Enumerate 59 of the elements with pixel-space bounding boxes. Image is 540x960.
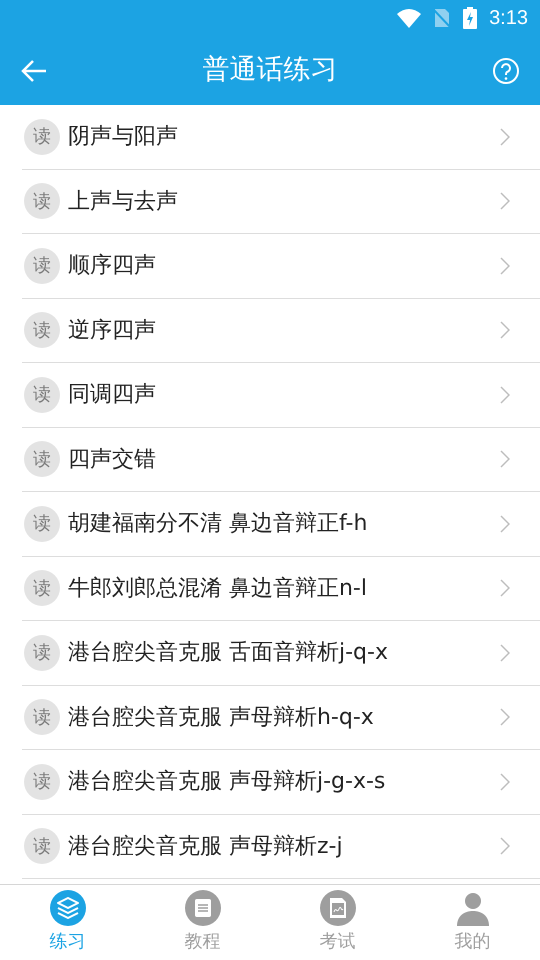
no-sim-icon (433, 7, 452, 29)
list-item[interactable]: 读 港台腔尖音克服 声母辩析j-g-x-s (22, 750, 540, 814)
list-item[interactable]: 读 阴声与阳声 (22, 105, 540, 170)
item-label: 逆序四声 (68, 316, 157, 345)
list-item[interactable]: 读 四声交错 (22, 428, 540, 492)
read-badge: 读 (24, 634, 60, 671)
read-badge: 读 (24, 506, 60, 542)
item-label: 四声交错 (68, 446, 157, 474)
chevron-right-icon (500, 708, 510, 726)
read-badge: 读 (24, 570, 60, 606)
chevron-right-icon (500, 386, 510, 404)
chevron-right-icon (500, 321, 510, 340)
list-item[interactable]: 读 逆序四声 (22, 298, 540, 363)
read-badge: 读 (24, 248, 60, 284)
item-label: 港台腔尖音克服 声母辩析j-g-x-s (68, 768, 386, 796)
chevron-right-icon (500, 644, 510, 662)
item-label: 顺序四声 (68, 252, 157, 280)
back-arrow-icon[interactable] (20, 58, 48, 82)
chevron-right-icon (500, 514, 510, 533)
item-label: 上声与去声 (68, 188, 179, 216)
item-label: 阴声与阳声 (68, 123, 179, 152)
list-item[interactable]: 读 港台腔尖音克服 声母辩析h-q-x (22, 686, 540, 750)
header-title: 普通话练习 (202, 53, 338, 88)
item-label: 胡建福南分不清 鼻边音辩正f-h (68, 510, 368, 538)
exam-paper-icon (320, 890, 356, 926)
item-label: 牛郎刘郎总混淆 鼻边音辩正n-l (68, 574, 368, 603)
read-badge: 读 (24, 183, 60, 220)
layers-icon (50, 890, 86, 926)
read-badge: 读 (24, 441, 60, 478)
chevron-right-icon (500, 128, 510, 146)
item-label: 港台腔尖音克服 声母辩析h-q-x (68, 704, 375, 732)
status-time: 3:13 (489, 6, 528, 31)
read-badge: 读 (24, 312, 60, 348)
wifi-icon (397, 8, 422, 28)
item-label: 港台腔尖音克服 声母辩析z-j (68, 832, 344, 861)
list-item[interactable]: 读 牛郎刘郎总混淆 鼻边音辩正n-l (22, 556, 540, 621)
list-item[interactable]: 读 顺序四声 (22, 234, 540, 298)
chevron-right-icon (500, 579, 510, 598)
read-badge: 读 (24, 376, 60, 413)
chevron-right-icon (500, 450, 510, 468)
person-icon (454, 890, 490, 926)
list-item[interactable]: 读 同调四声 (22, 363, 540, 428)
list-item[interactable]: 读 胡建福南分不清 鼻边音辩正f-h (22, 492, 540, 556)
chevron-right-icon (500, 256, 510, 275)
read-badge: 读 (24, 699, 60, 736)
document-icon (184, 890, 220, 926)
read-badge: 读 (24, 118, 60, 155)
chevron-right-icon (500, 772, 510, 791)
item-label: 同调四声 (68, 381, 157, 410)
chevron-right-icon (500, 837, 510, 856)
chevron-right-icon (500, 192, 510, 210)
list-item[interactable]: 读 港台腔尖音克服 舌面音辩析j-q-x (22, 621, 540, 686)
list-item[interactable]: 读 上声与去声 (22, 170, 540, 234)
battery-charging-icon (463, 7, 478, 29)
help-icon[interactable] (492, 56, 520, 84)
list-item[interactable]: 读 港台腔尖音克服 声母辩析z-j (22, 814, 540, 879)
read-badge: 读 (24, 764, 60, 800)
read-badge: 读 (24, 828, 60, 864)
item-label: 港台腔尖音克服 舌面音辩析j-q-x (68, 639, 389, 668)
